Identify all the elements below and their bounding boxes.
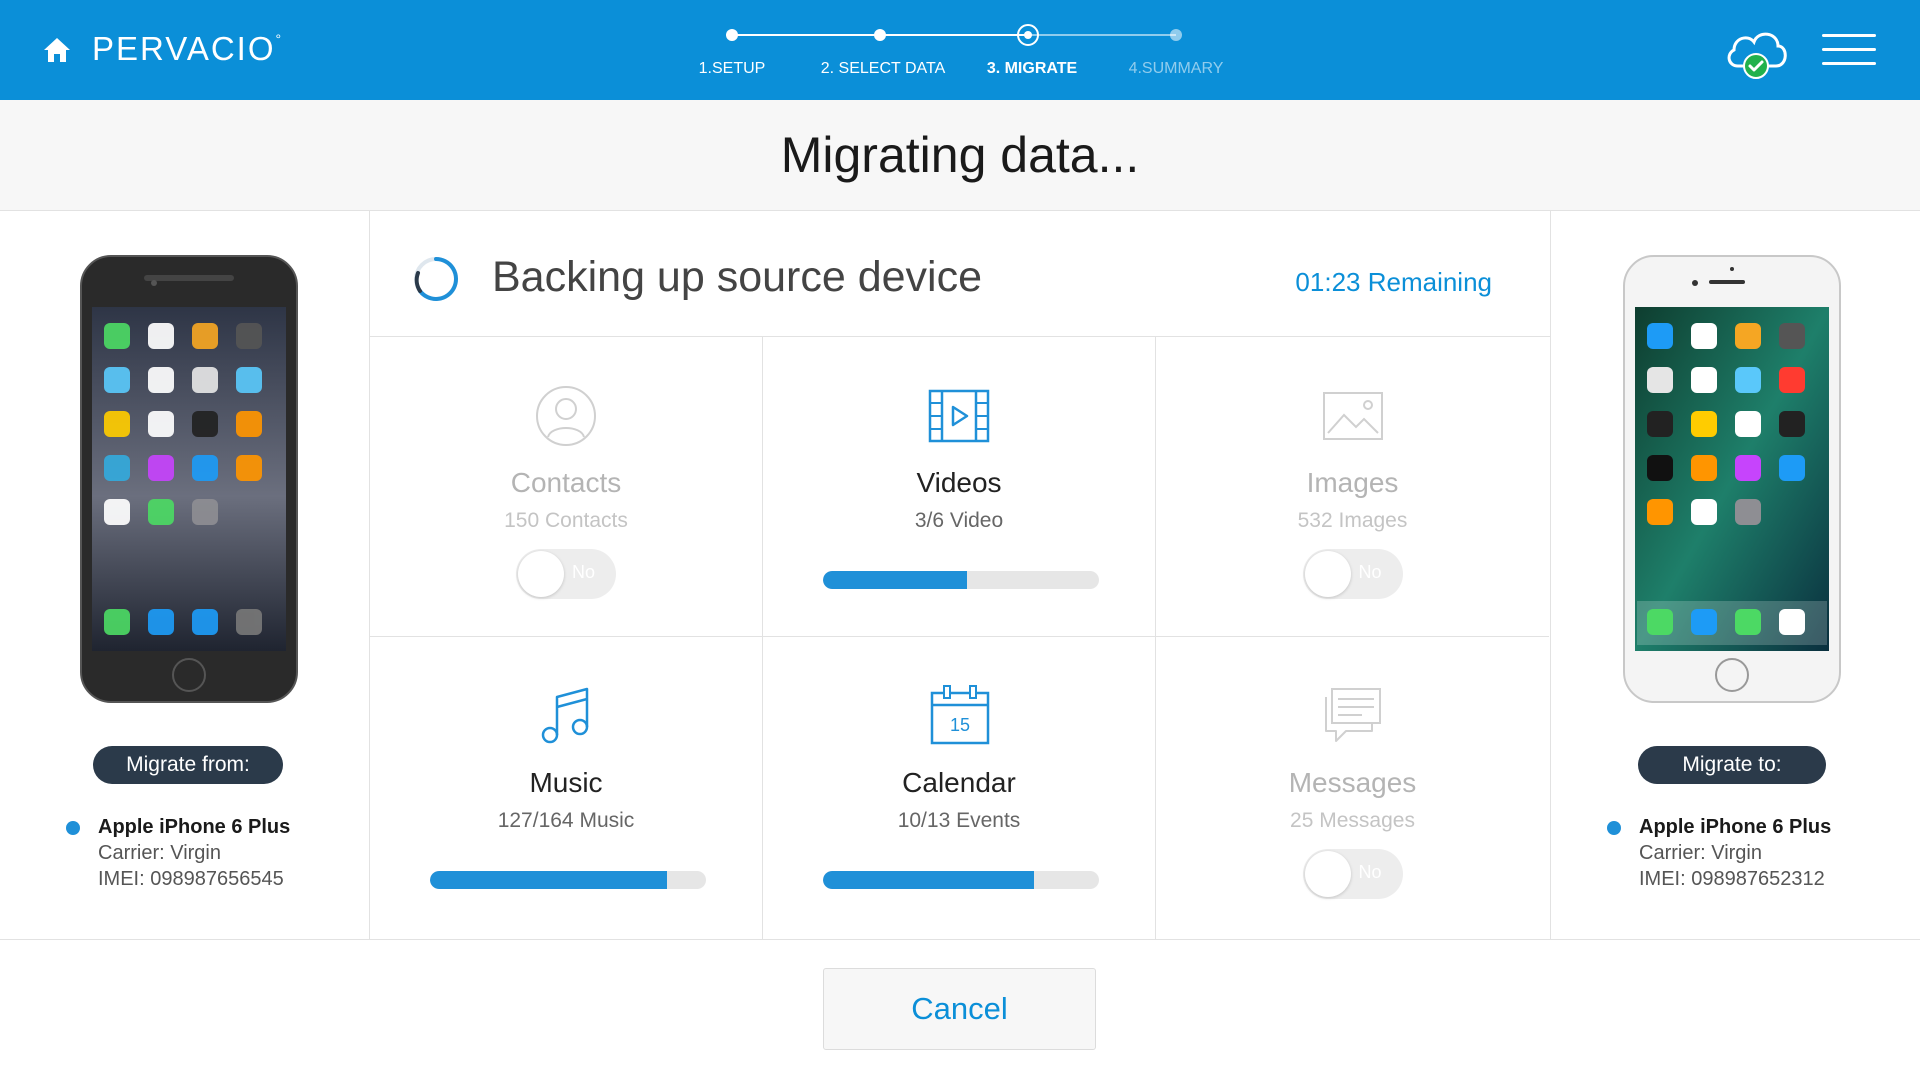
- category-calendar: 15 Calendar 10/13 Events: [763, 637, 1156, 940]
- source-device-panel: Migrate from: Apple iPhone 6 Plus Carrie…: [0, 211, 370, 940]
- images-toggle[interactable]: No: [1302, 549, 1403, 599]
- source-device-info: Apple iPhone 6 Plus Carrier: Virgin IMEI…: [66, 814, 358, 892]
- category-name: Contacts: [510, 467, 622, 498]
- music-icon: [541, 687, 589, 744]
- target-device-imei: IMEI: 098987652312: [1639, 868, 1825, 890]
- step-connector: [880, 34, 1028, 36]
- step-label-setup: 1.SETUP: [698, 60, 766, 77]
- music-progress-bar: [430, 871, 706, 889]
- migrate-from-badge: Migrate from:: [93, 746, 283, 784]
- calendar-progress-bar: [823, 871, 1099, 889]
- contacts-toggle[interactable]: No: [516, 549, 616, 599]
- main-panel: Migrate from: Apple iPhone 6 Plus Carrie…: [0, 211, 1920, 940]
- top-bar: PERVACIO° 1.SETUP 2. SELECT DATA 3. MIGR…: [0, 0, 1920, 100]
- category-name: Videos: [916, 467, 1002, 498]
- calendar-icon: 15: [930, 685, 990, 745]
- target-device-carrier: Carrier: Virgin: [1639, 842, 1762, 864]
- step-indicator: 1.SETUP 2. SELECT DATA 3. MIGRATE 4.SUMM…: [680, 18, 1240, 88]
- category-videos: Videos 3/6 Video: [763, 337, 1156, 637]
- category-grid: Contacts 150 Contacts No Videos 3/6 Vide…: [370, 337, 1550, 940]
- calendar-day: 15: [950, 715, 970, 735]
- step-label-summary: 4.SUMMARY: [1128, 60, 1224, 77]
- target-phone-image: [1623, 255, 1841, 703]
- toggle-knob: [1304, 551, 1351, 597]
- step-dot-select-data: [874, 29, 886, 41]
- category-count: 127/164 Music: [497, 809, 635, 832]
- toggle-knob: [518, 551, 564, 597]
- source-device-name: Apple iPhone 6 Plus: [98, 816, 291, 838]
- category-name: Messages: [1288, 767, 1417, 798]
- category-music: Music 127/164 Music: [370, 637, 763, 940]
- toggle-label: No: [1358, 562, 1382, 582]
- cancel-button[interactable]: Cancel: [823, 968, 1096, 1050]
- target-device-info: Apple iPhone 6 Plus Carrier: Virgin IMEI…: [1607, 814, 1899, 892]
- toggle-label: No: [1358, 862, 1382, 882]
- cloud-check-icon[interactable]: [1722, 24, 1790, 80]
- brand-logo: PERVACIO°: [92, 30, 284, 67]
- source-device-imei: IMEI: 098987656545: [98, 868, 284, 890]
- category-count: 3/6 Video: [914, 509, 1004, 532]
- category-count: 150 Contacts: [504, 509, 628, 532]
- category-count: 532 Images: [1297, 509, 1408, 532]
- step-connector: [732, 34, 880, 36]
- page-title: Migrating data...: [780, 127, 1140, 183]
- status-dot: [66, 821, 80, 835]
- category-name: Calendar: [902, 767, 1016, 798]
- status-row: Backing up source device 01:23 Remaining: [370, 211, 1550, 337]
- source-phone-image: [80, 255, 298, 703]
- progress-fill: [823, 871, 1035, 889]
- images-icon: [1322, 392, 1383, 440]
- spinner-icon: [414, 257, 458, 301]
- category-name: Images: [1306, 467, 1399, 498]
- video-icon: [928, 389, 990, 443]
- home-icon[interactable]: [42, 36, 72, 64]
- target-device-name: Apple iPhone 6 Plus: [1639, 816, 1832, 838]
- step-dot-migrate: [1017, 24, 1039, 46]
- step-label-migrate: 3. MIGRATE: [986, 60, 1078, 77]
- messages-icon: [1324, 688, 1381, 742]
- contacts-icon: [536, 386, 596, 446]
- migration-panel: Backing up source device 01:23 Remaining…: [370, 211, 1550, 940]
- videos-progress-bar: [823, 571, 1099, 589]
- source-device-carrier: Carrier: Virgin: [98, 842, 221, 864]
- progress-fill: [823, 571, 967, 589]
- category-name: Music: [529, 767, 603, 798]
- category-contacts: Contacts 150 Contacts No: [370, 337, 763, 637]
- category-count: 25 Messages: [1290, 809, 1415, 832]
- category-count: 10/13 Events: [897, 809, 1021, 832]
- time-remaining: 01:23 Remaining: [1295, 267, 1492, 297]
- step-dot-summary: [1170, 29, 1182, 41]
- messages-toggle[interactable]: No: [1302, 849, 1403, 899]
- step-label-select-data: 2. SELECT DATA: [820, 60, 946, 77]
- step-dot-setup: [726, 29, 738, 41]
- title-band: Migrating data...: [0, 100, 1920, 211]
- hamburger-menu-icon[interactable]: [1822, 34, 1876, 66]
- category-images: Images 532 Images No: [1156, 337, 1549, 637]
- category-messages: Messages 25 Messages No: [1156, 637, 1549, 940]
- status-text: Backing up source device: [492, 253, 983, 301]
- toggle-knob: [1304, 851, 1351, 897]
- target-device-panel: Migrate to: Apple iPhone 6 Plus Carrier:…: [1550, 211, 1920, 940]
- step-connector: [1028, 34, 1176, 36]
- migrate-to-badge: Migrate to:: [1638, 746, 1826, 784]
- toggle-label: No: [572, 562, 596, 582]
- progress-fill: [430, 871, 668, 889]
- status-dot: [1607, 821, 1621, 835]
